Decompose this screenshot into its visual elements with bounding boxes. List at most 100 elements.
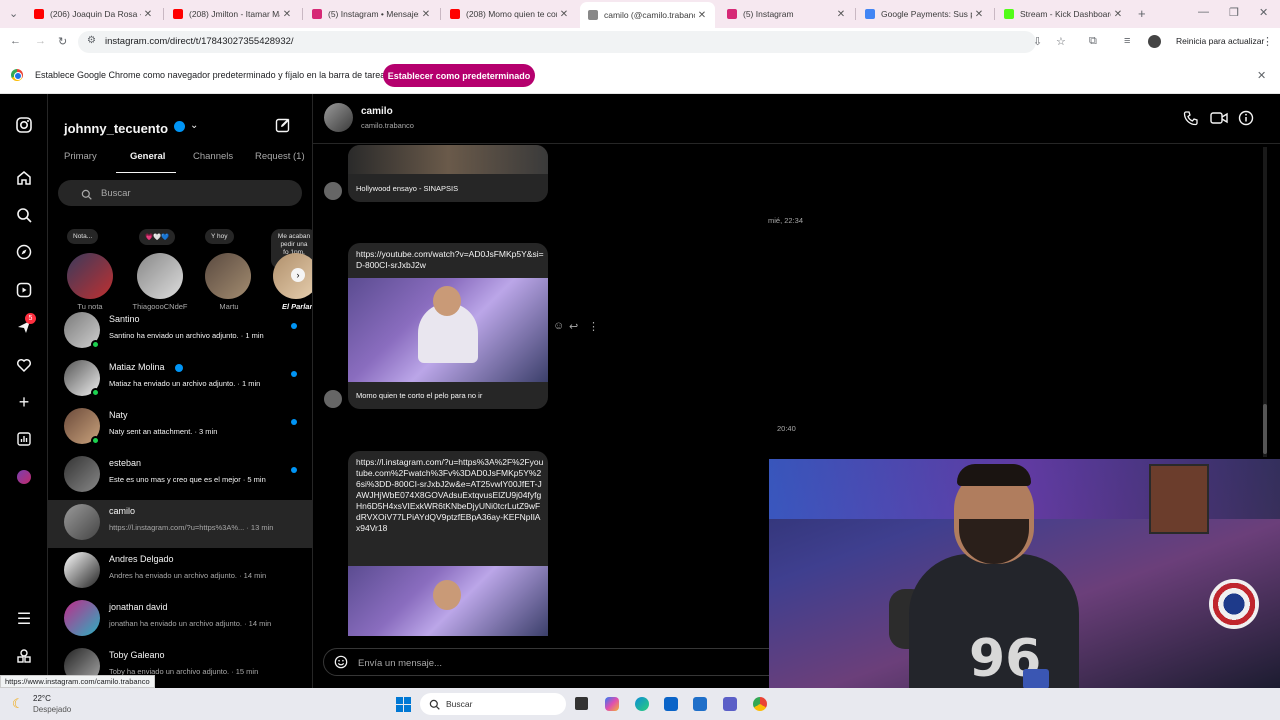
profile-avatar-icon[interactable] (14, 467, 34, 487)
weather-icon[interactable]: ☾ (12, 696, 24, 712)
conversation-row[interactable]: jonathan david jonathan ha enviado un ar… (48, 596, 312, 644)
explore-compass-icon[interactable] (14, 242, 34, 262)
apps-icon[interactable] (14, 646, 34, 666)
conversation-row-selected[interactable]: camilo https://l.instagram.com/?u=https%… (48, 500, 312, 548)
video-thumbnail[interactable] (348, 566, 548, 636)
set-default-button[interactable]: Establecer como predeterminado (383, 64, 535, 87)
home-icon[interactable] (14, 168, 34, 188)
task-view-icon[interactable] (575, 697, 588, 710)
more-options-icon[interactable]: ⋮ (588, 320, 599, 333)
tab-separator (994, 8, 995, 20)
store-icon[interactable] (693, 697, 707, 711)
close-window-icon[interactable]: ✕ (1259, 6, 1268, 19)
site-info-icon[interactable]: ⚙ (87, 35, 96, 46)
conversation-info-icon[interactable] (1238, 110, 1254, 131)
search-icon[interactable] (14, 205, 34, 225)
reload-icon[interactable]: ↻ (58, 35, 67, 48)
voice-call-icon[interactable] (1183, 110, 1199, 131)
tab-close-icon[interactable]: ✕ (419, 9, 433, 20)
tab-close-icon[interactable]: ✕ (834, 9, 848, 20)
instagram-logo-icon[interactable] (14, 115, 34, 135)
tab-close-icon[interactable]: ✕ (695, 10, 709, 21)
start-windows-icon[interactable] (396, 697, 411, 712)
timestamp: 20:40 (777, 424, 796, 433)
back-icon[interactable]: ← (10, 35, 21, 47)
taskbar-search[interactable] (420, 693, 566, 715)
message-card[interactable]: https://youtube.com/watch?v=AD0JsFMKp5Y&… (348, 243, 548, 409)
teams-icon[interactable] (723, 697, 737, 711)
chrome-taskbar-icon[interactable] (753, 697, 767, 711)
update-button[interactable]: Reinicia para actualizar (1170, 35, 1270, 47)
outlook-icon[interactable] (664, 697, 678, 711)
browser-tab[interactable]: (206) Joaquin Da Rosa - Y ✕ (26, 3, 161, 25)
maximize-icon[interactable]: ❐ (1229, 6, 1239, 19)
conversation-row[interactable]: Naty Naty sent an attachment. · 3 min (48, 404, 312, 452)
dashboard-icon[interactable] (14, 429, 34, 449)
media-icon[interactable]: ≡ (1124, 35, 1130, 47)
tab-requests[interactable]: Request (1) (255, 151, 305, 162)
browser-tab[interactable]: (5) Instagram ✕ (719, 3, 854, 25)
emoji-picker-icon[interactable] (334, 655, 348, 674)
timestamp: mié, 22:34 (768, 216, 804, 225)
message-card[interactable]: https://l.instagram.com/?u=https%3A%2F%2… (348, 451, 548, 636)
url-text[interactable]: instagram.com/direct/t/17843027355428932… (105, 36, 294, 47)
edge-icon[interactable] (635, 697, 649, 711)
account-switch-chevron-icon[interactable]: ⌄ (190, 120, 198, 131)
reels-icon[interactable] (14, 280, 34, 300)
messages-icon[interactable]: 5 (14, 313, 36, 337)
video-thumbnail[interactable] (348, 278, 548, 382)
minimize-icon[interactable]: — (1198, 6, 1209, 18)
browser-tab[interactable]: Google Payments: Sus pa ✕ (857, 3, 992, 25)
search-input[interactable] (58, 180, 302, 206)
note-bubble: Y hoy (205, 229, 234, 244)
chat-avatar[interactable] (324, 103, 353, 132)
notes-next-chevron-icon[interactable]: › (291, 268, 305, 282)
tab-primary[interactable]: Primary (64, 151, 97, 162)
bookmark-star-icon[interactable]: ☆ (1056, 35, 1066, 48)
message-link[interactable]: https://l.instagram.com/?u=https%3A%2F%2… (356, 457, 544, 534)
account-username[interactable]: johnny_tecuento (64, 121, 168, 136)
react-emoji-icon[interactable]: ☺ (553, 320, 564, 332)
tab-search-chevron-icon[interactable]: ⌄ (9, 7, 18, 20)
conversation-row[interactable]: Andres Delgado Andres ha enviado un arch… (48, 548, 312, 596)
tab-favicon-icon (727, 9, 737, 19)
new-tab-icon[interactable]: + (1138, 6, 1146, 21)
notifications-heart-icon[interactable] (14, 355, 34, 375)
browser-tab[interactable]: camilo (@camilo.trabanco ✕ (580, 2, 715, 28)
tab-general[interactable]: General (130, 151, 165, 162)
browser-tab[interactable]: Stream - Kick Dashboard ✕ (996, 3, 1131, 25)
menu-kebab-icon[interactable]: ⋮ (1262, 35, 1273, 48)
message-card[interactable]: Hollywood ensayo - SINAPSIS (348, 145, 548, 202)
profile-avatar[interactable] (1148, 35, 1161, 48)
conversation-name: esteban (109, 458, 142, 468)
tab-close-icon[interactable]: ✕ (972, 9, 986, 20)
copilot-icon[interactable] (605, 697, 619, 711)
extensions-icon[interactable]: ⧉ (1089, 35, 1097, 48)
search-icon (81, 187, 92, 205)
install-app-icon[interactable]: ⇩ (1033, 35, 1042, 48)
forward-icon[interactable]: → (35, 35, 46, 47)
browser-tab[interactable]: (208) Jmilton - Itamar Ma ✕ (165, 3, 300, 25)
conversation-name: jonathan david (109, 602, 168, 612)
new-message-icon[interactable] (275, 117, 291, 138)
tab-channels[interactable]: Channels (193, 151, 233, 162)
create-plus-icon[interactable]: + (14, 392, 34, 412)
more-menu-icon[interactable]: ☰ (14, 609, 34, 629)
infobar-close-icon[interactable]: ✕ (1257, 69, 1266, 82)
chat-name[interactable]: camilo (361, 106, 393, 117)
video-thumbnail[interactable] (348, 145, 548, 174)
tab-close-icon[interactable]: ✕ (280, 9, 294, 20)
browser-tab[interactable]: (5) Instagram • Mensajes ✕ (304, 3, 439, 25)
conversation-row[interactable]: Matiaz Molina Matiaz ha enviado un archi… (48, 356, 312, 404)
video-call-icon[interactable] (1210, 110, 1228, 131)
conversation-row[interactable]: Santino Santino ha enviado un archivo ad… (48, 308, 312, 356)
reply-icon[interactable]: ↩ (569, 320, 578, 333)
conversation-row[interactable]: esteban Este es uno mas y creo que es el… (48, 452, 312, 500)
chat-scrollbar-thumb[interactable] (1263, 404, 1267, 454)
tab-close-icon[interactable]: ✕ (1111, 9, 1125, 20)
tab-close-icon[interactable]: ✕ (141, 9, 155, 20)
browser-tab[interactable]: (208) Momo quien te cor ✕ (442, 3, 577, 25)
message-link[interactable]: https://youtube.com/watch?v=AD0JsFMKp5Y&… (356, 249, 544, 271)
note-bubble: 💗🤍💙 (139, 229, 176, 245)
tab-close-icon[interactable]: ✕ (557, 9, 571, 20)
